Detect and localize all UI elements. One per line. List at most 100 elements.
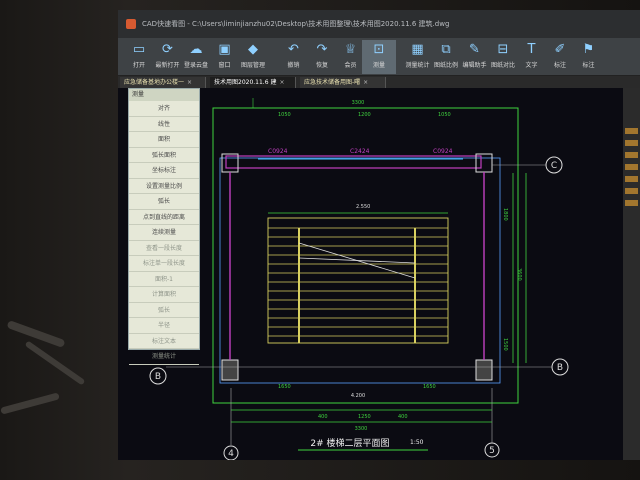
measure-tool-item[interactable]: 坐标标注 [129,163,199,179]
axis-label-4: 4 [228,449,234,459]
top-dim-text: 1050 [438,112,451,118]
toolbar-button-label: 测量 [372,62,385,69]
measure-tool-item[interactable]: 面积 [129,132,199,148]
measure-tool-item[interactable]: 标注文本 [129,334,199,349]
drawing-title: 2# 楼梯二层平面图 [310,437,389,449]
bottom-dim-text: 400 [318,414,328,420]
document-tab-label: 应急储备基地办公楼一 [124,79,185,86]
annotate-icon: ✐ [554,42,566,57]
drawing-scale: 1:50 [410,439,424,446]
folder-open-icon: ▭ [132,42,146,57]
recent-icon: ⟳ [162,42,173,57]
landing-level-label: 4.200 [351,393,365,399]
window-label: C0924 [268,148,288,155]
close-tab-icon[interactable]: × [363,79,368,86]
vip-icon: ♕ [344,42,357,57]
toolbar-button-label: 恢复 [315,62,328,69]
toolbar-button-label: 标注 [553,62,566,69]
toolbar-button-label: 最新打开 [155,62,180,69]
redo-icon: ↷ [316,42,328,57]
measure-stats-icon: ▦ [411,42,424,57]
axis-label-b: B [557,363,563,373]
axis-label-c: C [551,161,557,171]
column [221,359,239,381]
cloud-icon: ☁ [189,42,203,57]
scale-icon: ⧉ [441,42,451,57]
column [475,359,493,381]
toolbar: ▭ 打开 ⟳ 最新打开 ☁ 登录云盘 ▣ 窗口 ◆ 图层管理 ↶ 撤销 ↷ 恢复 ♕ 会员 ⊡ 测量 ▦ 测量统计 ⧉ 图… [118,38,640,76]
toolbar-button-label: 会员 [344,62,357,69]
measure-tool-item[interactable]: 弧长 [129,303,199,318]
toolbar-button-label: 图纸比例 [433,62,458,69]
app-logo-icon [126,19,136,29]
stair-level-label: 2.550 [356,204,370,210]
layers-icon: ◆ [248,42,258,57]
toolbar-button-label: 标注 [582,62,595,69]
toolbar-button[interactable]: ◆ 图层管理 [236,40,270,74]
column [221,153,239,173]
document-tabs: 应急储备基地办公楼一 × 技术用图2020.11.6 建 × 应急技术储备用图-曙 × [118,76,640,88]
window-icon: ▣ [218,42,231,57]
bottom-dim-text: 3300 [355,426,368,432]
document-tab[interactable]: 技术用图2020.11.6 建 × [210,77,296,88]
right-dim-text: 1800 [502,208,508,221]
panel-entry[interactable] [625,200,638,206]
toolbar-button[interactable]: ⊡ 测量 [362,40,396,74]
toolbar-button-label: 测量统计 [405,62,430,69]
measure-tool-item[interactable]: 线性 [129,117,199,132]
measure-tool-item[interactable]: 点到直线的距离 [129,210,199,225]
measure-tool-item[interactable]: 弧长 [129,194,199,210]
panel-entry[interactable] [625,188,638,194]
document-tab[interactable]: 应急储备基地办公楼一 × [120,77,206,88]
top-dim-text: 3300 [352,100,365,106]
panel-entry[interactable] [625,164,638,170]
toolbar-button-label: 打开 [132,62,145,69]
top-dim-text: 1200 [358,112,371,118]
measure-tool-list: 对齐 线性 面积 弧长面积 坐标标注 设置测量比例 弧长 点到直线的距离 连续测量 查看一段长度标… [129,101,199,365]
measure-tool-item[interactable]: 半径 [129,318,199,334]
measure-tool-item[interactable]: 计算面积 [129,287,199,303]
panel-entry[interactable] [625,152,638,158]
small-dim-text: 1650 [278,384,291,390]
measure-tool-item[interactable]: 测量统计 [129,349,199,365]
break-line [298,257,416,264]
close-tab-icon[interactable]: × [279,79,284,86]
top-dim-text: 1050 [278,112,291,118]
measure-tool-item[interactable]: 弧长面积 [129,148,199,163]
toolbar-button-label: 窗口 [218,62,231,69]
toolbar-button-label: 图层管理 [240,62,265,69]
undo-icon: ↶ [288,42,299,57]
measure-panel-header: 测量 [129,89,199,101]
bottom-dim-text: 1250 [358,414,371,420]
document-tab-label: 应急技术储备用图-曙 [304,79,361,86]
measure-tool-item[interactable]: 标注单一段长度 [129,256,199,272]
toolbar-button-label: 撤销 [287,62,300,69]
toolbar-button[interactable]: ⚑ 标注 [572,40,606,74]
panel-entry[interactable] [625,128,638,134]
stair-treads [268,227,448,337]
mark-icon: ⚑ [582,42,595,57]
measure-tool-item[interactable]: 对齐 [129,101,199,117]
measure-tool-item[interactable]: 面积-1 [129,272,199,287]
panel-entry[interactable] [625,176,638,182]
bottom-dim-text: 400 [398,414,408,420]
title-bar: CAD快速看图 - C:\Users\liminjianzhu02\Deskto… [118,10,640,38]
window-label: C0924 [433,148,453,155]
measure-tool-item[interactable]: 查看一段长度 [129,241,199,256]
toolbar-button-label: 编辑助手 [462,62,487,69]
close-tab-icon[interactable]: × [187,79,192,86]
measure-tool-item[interactable]: 设置测量比例 [129,179,199,194]
axis-label-b-left: B [155,372,161,382]
axis-label-5: 5 [489,446,495,456]
toolbar-button-label: 文字 [525,62,538,69]
measure-icon: ⊡ [373,42,385,57]
toolbar-button-label: 登录云盘 [183,62,208,69]
right-side-panel [623,88,640,460]
column [475,153,493,173]
small-dim-text: 1650 [423,384,436,390]
measure-tool-item[interactable]: 连续测量 [129,225,199,241]
window-label: C2424 [350,148,370,155]
panel-entry[interactable] [625,140,638,146]
document-tab[interactable]: 应急技术储备用图-曙 × [300,77,386,88]
document-tab-label: 技术用图2020.11.6 建 [214,79,277,86]
